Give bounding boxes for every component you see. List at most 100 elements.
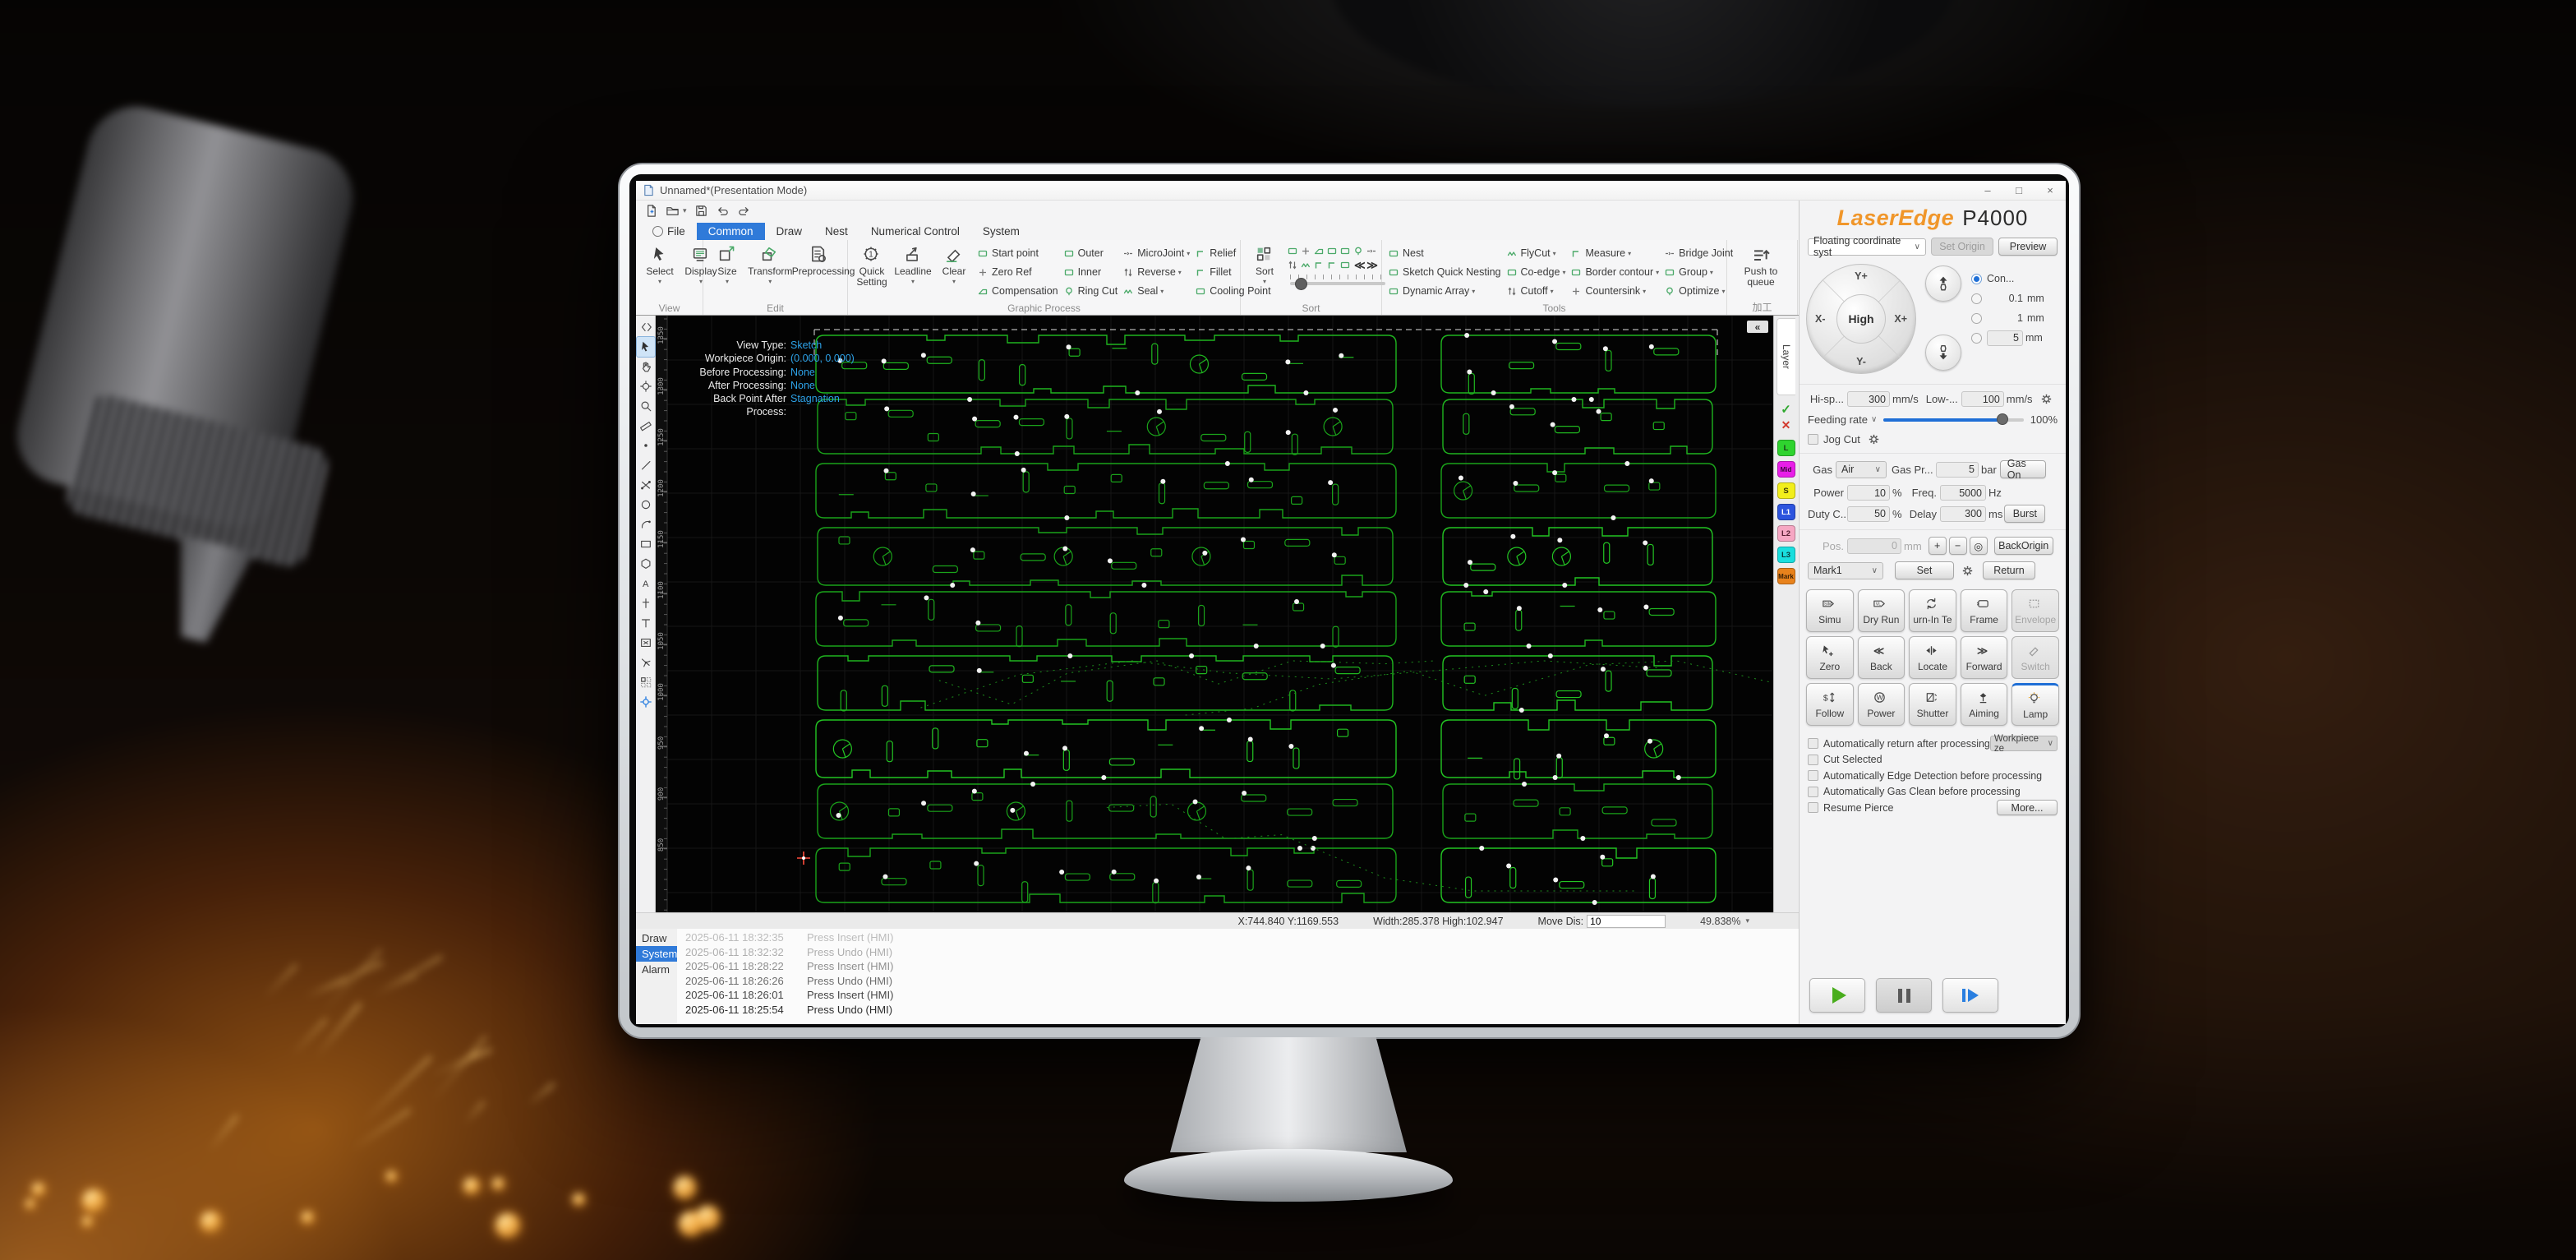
high-speed-input[interactable]: [1847, 391, 1890, 407]
lamp-button[interactable]: Lamp: [2011, 683, 2059, 726]
urn-in-te-button[interactable]: urn-In Te: [1909, 589, 1956, 632]
tool-delete-button[interactable]: [637, 633, 655, 653]
maximize-button[interactable]: □: [2003, 184, 2035, 196]
redo-button[interactable]: [737, 204, 751, 218]
tool-text-button[interactable]: A: [637, 574, 655, 593]
sort-mode-icon[interactable]: [1353, 246, 1364, 256]
ribbon-item-bridge-joint[interactable]: Bridge Joint: [1664, 245, 1733, 261]
menu-tab-numerical-control[interactable]: Numerical Control: [859, 223, 971, 240]
menu-tab-system[interactable]: System: [971, 223, 1031, 240]
tool-jog-origin-button[interactable]: [637, 692, 655, 712]
zoom-level[interactable]: 49.838% ▾: [1700, 916, 1749, 927]
jog-x-minus-button[interactable]: X-: [1815, 313, 1826, 325]
ribbon-item-seal[interactable]: Seal▾: [1122, 283, 1190, 299]
gas-on-button[interactable]: Gas On: [2000, 460, 2046, 478]
preprocessing-button[interactable]: Preprocessing: [793, 242, 845, 302]
tool-circle-button[interactable]: [637, 495, 655, 515]
back-origin-button[interactable]: BackOrigin: [1994, 537, 2053, 555]
ribbon-item-outer[interactable]: Outer: [1063, 245, 1118, 261]
power-input[interactable]: [1847, 485, 1890, 501]
size-button[interactable]: Size▾: [707, 242, 748, 302]
ribbon-item-co-edge[interactable]: Co-edge▾: [1506, 264, 1566, 280]
preview-button[interactable]: Preview: [1998, 238, 2058, 256]
tool-measure-button[interactable]: [637, 416, 655, 436]
dry-run-button[interactable]: VLDry Run: [1858, 589, 1906, 632]
z-up-button[interactable]: [1925, 265, 1961, 302]
set-button[interactable]: Set: [1895, 561, 1954, 579]
ribbon-item-ring-cut[interactable]: Ring Cut: [1063, 283, 1118, 299]
option-automatically-gas-clean-before-processing[interactable]: Automatically Gas Clean before processin…: [1808, 784, 2058, 801]
checkbox-icon[interactable]: [1808, 770, 1818, 781]
ribbon-item-group[interactable]: Group▾: [1664, 264, 1733, 280]
frame-button[interactable]: Frame: [1961, 589, 2008, 632]
return-button[interactable]: Return: [1983, 561, 2035, 579]
tool-center-view-button[interactable]: [637, 376, 655, 396]
checkbox-icon[interactable]: [1808, 802, 1818, 813]
sort-mode-icon[interactable]: [1339, 246, 1351, 256]
layer-s-button[interactable]: S: [1777, 482, 1795, 499]
layer-l2-button[interactable]: L2: [1777, 525, 1795, 542]
sort-mode-icon[interactable]: [1313, 260, 1325, 270]
undo-button[interactable]: [716, 204, 730, 218]
log-tab-draw[interactable]: Draw: [636, 930, 677, 946]
feeding-rate-slider[interactable]: [1883, 418, 2023, 422]
layer-l-button[interactable]: L: [1777, 440, 1795, 456]
step-option-5[interactable]: mm: [1971, 330, 2059, 346]
coordinate-system-dropdown[interactable]: Floating coordinate syst ∨: [1808, 238, 1926, 256]
push-to-queue-button[interactable]: Push to queue: [1730, 242, 1791, 302]
pos-plus-button[interactable]: +: [1929, 537, 1947, 555]
minimize-button[interactable]: –: [1972, 184, 2003, 196]
step-value-input[interactable]: [1987, 330, 2023, 346]
ribbon-item-start-point[interactable]: Start point: [977, 245, 1058, 261]
radio-icon[interactable]: [1971, 274, 1982, 284]
jog-cut-checkbox[interactable]: [1808, 434, 1818, 445]
clear-button[interactable]: Clear▾: [933, 242, 975, 302]
tool-lead-in-button[interactable]: [637, 593, 655, 613]
ribbon-item-measure[interactable]: Measure▾: [1570, 245, 1659, 261]
log-tab-alarm[interactable]: Alarm: [636, 962, 677, 977]
mark-settings-gear-icon[interactable]: [1961, 564, 1975, 578]
menu-tab-draw[interactable]: Draw: [765, 223, 814, 240]
checkbox-icon[interactable]: [1808, 755, 1818, 765]
zero-button[interactable]: Zero: [1806, 636, 1854, 679]
transform-button[interactable]: Transform▾: [748, 242, 793, 302]
tool-zoom-button[interactable]: [637, 396, 655, 416]
tool-pan-button[interactable]: [637, 357, 655, 376]
ribbon-item-compensation[interactable]: Compensation: [977, 283, 1058, 299]
ribbon-item-zero-ref[interactable]: Zero Ref: [977, 264, 1058, 280]
sort-button[interactable]: Sort▾: [1244, 242, 1285, 302]
ribbon-item-microjoint[interactable]: MicroJoint▾: [1122, 245, 1190, 261]
z-down-button[interactable]: [1925, 335, 1961, 371]
tool-arc-button[interactable]: [637, 515, 655, 534]
sort-mode-icon[interactable]: [1326, 260, 1338, 270]
collapse-panel-button[interactable]: «: [1747, 321, 1768, 333]
set-origin-button[interactable]: Set Origin: [1931, 238, 1993, 256]
jog-cut-settings-gear-icon[interactable]: [1867, 432, 1881, 446]
aiming-button[interactable]: Aiming: [1961, 683, 2008, 726]
sort-direction-arrows[interactable]: ≪ ≫: [1354, 259, 1377, 272]
back-button[interactable]: ≪Back: [1858, 636, 1906, 679]
sort-mode-icon[interactable]: [1313, 246, 1325, 256]
locate-button[interactable]: Locate: [1909, 636, 1956, 679]
more-button[interactable]: More...: [1997, 800, 2058, 815]
pos-input[interactable]: [1847, 538, 1901, 554]
tool-node-button[interactable]: [637, 613, 655, 633]
layer-mark-button[interactable]: Mark: [1777, 568, 1795, 584]
sort-mode-icon[interactable]: [1366, 246, 1377, 256]
sort-mode-icon[interactable]: [1287, 246, 1298, 256]
open-button[interactable]: [666, 204, 680, 218]
slider-thumb[interactable]: [1997, 413, 2008, 425]
save-button[interactable]: [694, 204, 708, 218]
ribbon-item-nest[interactable]: Nest: [1388, 245, 1501, 261]
new-file-button[interactable]: [644, 204, 658, 218]
tool-rectangle-button[interactable]: [637, 534, 655, 554]
radio-icon[interactable]: [1971, 333, 1982, 344]
jog-x-plus-button[interactable]: X+: [1894, 313, 1907, 325]
layer-mid-button[interactable]: Mid: [1777, 461, 1795, 478]
ribbon-item-dynamic-array[interactable]: Dynamic Array▾: [1388, 283, 1501, 299]
tool-line-button[interactable]: [637, 455, 655, 475]
ribbon-item-inner[interactable]: Inner: [1063, 264, 1118, 280]
ribbon-item-border-contour[interactable]: Border contour▾: [1570, 264, 1659, 280]
step-option-con[interactable]: Con...: [1971, 270, 2059, 287]
option-automatically-return-after-processing[interactable]: Automatically return after processingWor…: [1808, 736, 2058, 752]
